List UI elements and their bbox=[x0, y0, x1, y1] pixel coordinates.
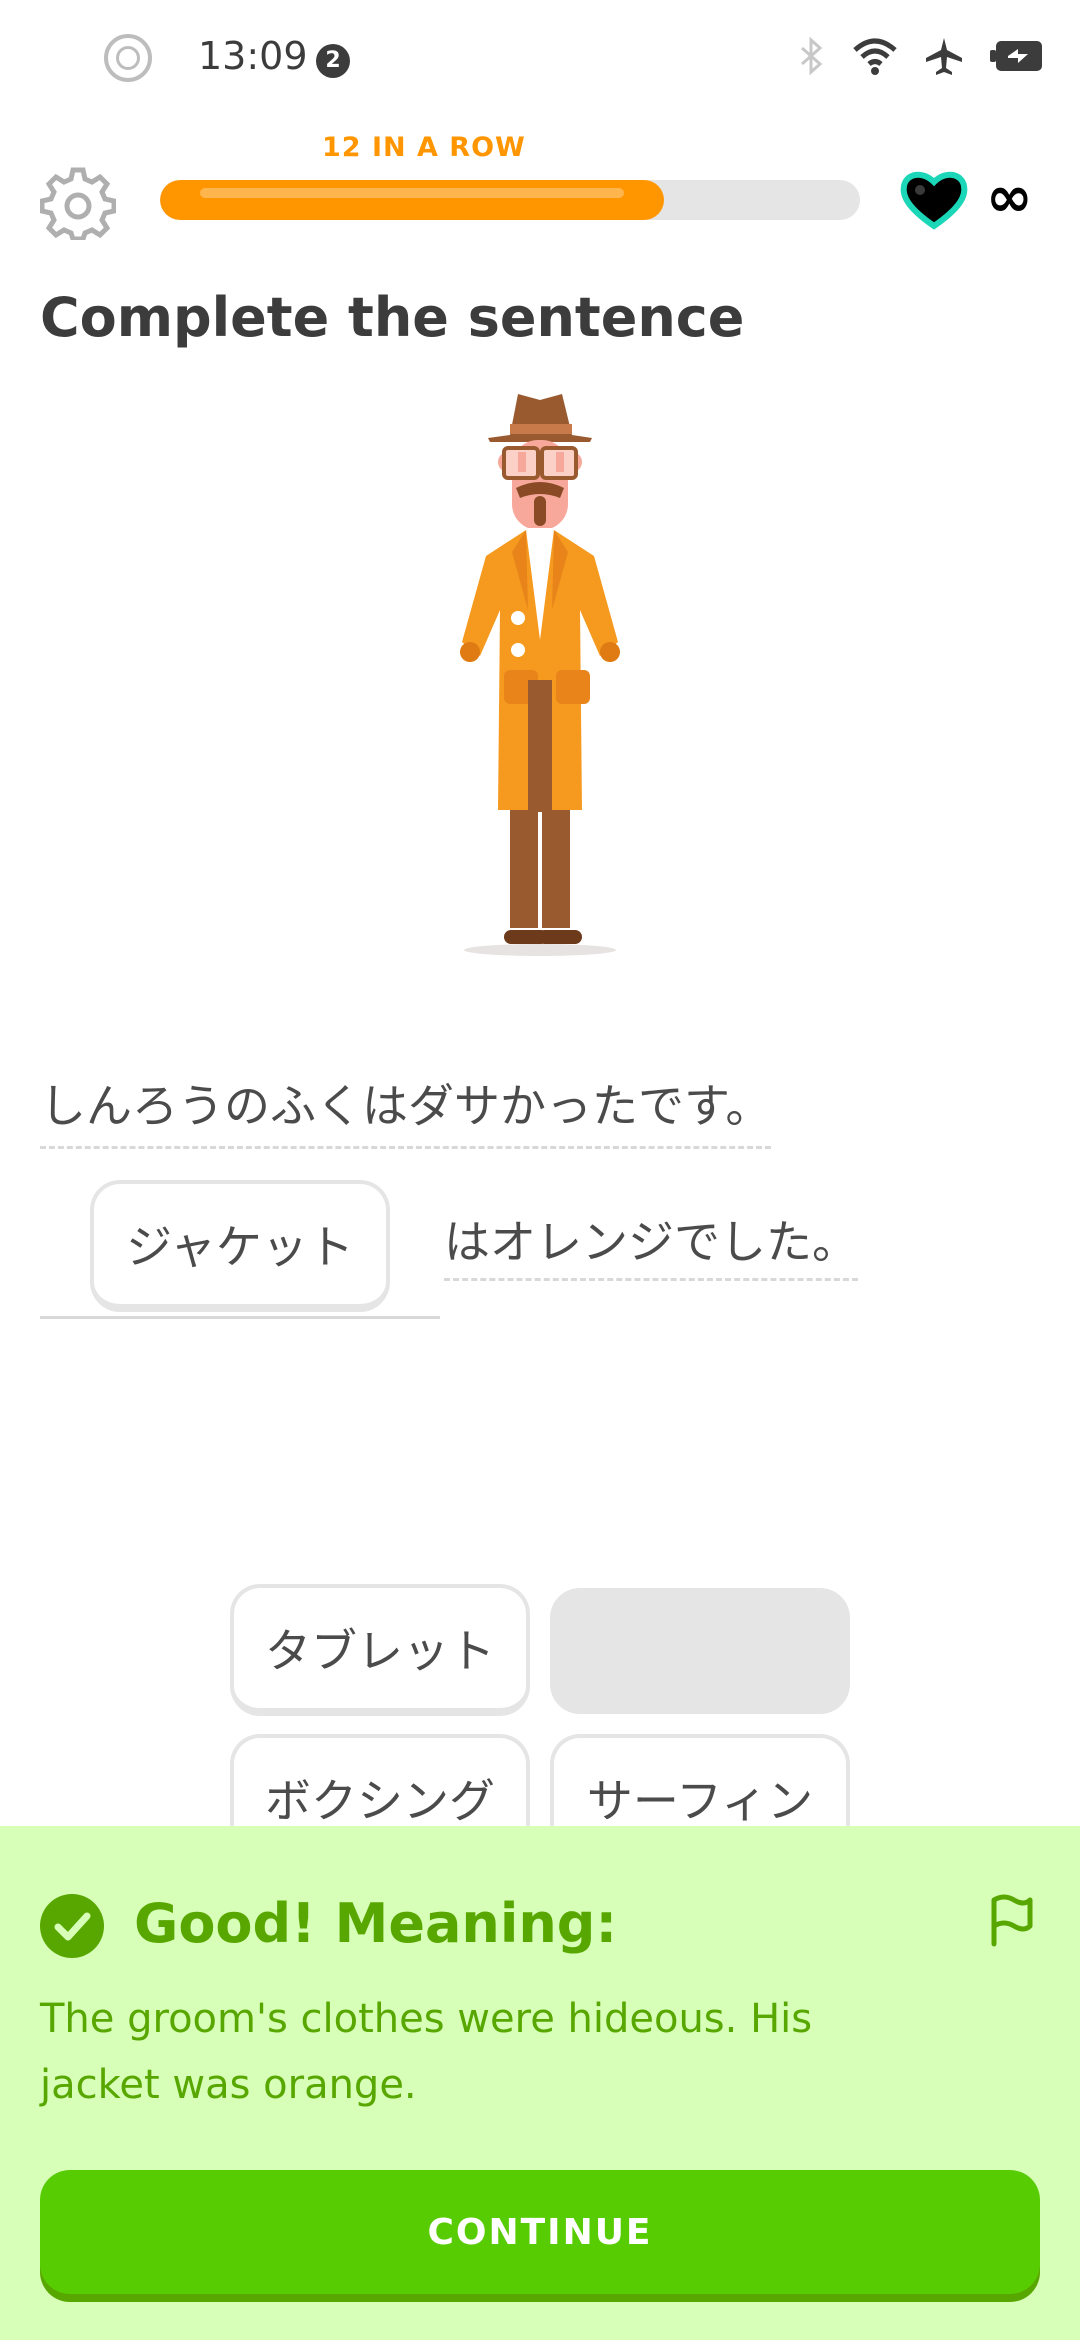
answer-chip[interactable]: ジャケット bbox=[90, 1180, 390, 1312]
answer-blank-line bbox=[40, 1316, 440, 1319]
lesson-progress-fill bbox=[160, 180, 664, 220]
airplane-icon bbox=[924, 36, 964, 80]
continue-button[interactable]: CONTINUE bbox=[40, 2170, 1040, 2294]
character-illustration bbox=[400, 380, 680, 970]
status-time: 13:09 bbox=[198, 34, 308, 78]
settings-gear-icon[interactable] bbox=[39, 164, 117, 242]
feedback-meaning: The groom's clothes were hideous. His ja… bbox=[40, 1996, 813, 2108]
record-icon bbox=[104, 34, 152, 82]
wifi-icon bbox=[852, 36, 898, 80]
feedback-title: Good! Meaning: bbox=[134, 1892, 618, 1955]
prompt-sentence: しんろうのふくはダサかったです。 bbox=[40, 1070, 772, 1149]
lesson-header: 12 IN A ROW ∞ bbox=[0, 120, 1080, 270]
notification-count-badge: 2 bbox=[316, 44, 350, 78]
feedback-sheet: Good! Meaning: The groom's clothes were … bbox=[0, 1826, 1080, 2340]
status-bar: 13:09 2 bbox=[0, 0, 1080, 120]
sentence-remainder: はオレンジでした。 bbox=[444, 1206, 858, 1281]
battery-icon bbox=[990, 39, 1044, 77]
heart-icon[interactable] bbox=[898, 168, 970, 232]
exercise-title: Complete the sentence bbox=[40, 286, 745, 349]
hearts-infinity: ∞ bbox=[986, 165, 1033, 230]
word-bank-chip-used bbox=[550, 1588, 850, 1714]
lesson-progress-bar bbox=[160, 180, 860, 220]
bluetooth-icon bbox=[798, 36, 826, 80]
report-flag-icon[interactable] bbox=[984, 1892, 1036, 1948]
word-bank-chip[interactable]: タブレット bbox=[230, 1584, 530, 1716]
streak-label: 12 IN A ROW bbox=[322, 132, 526, 163]
check-icon bbox=[40, 1894, 104, 1958]
system-icons bbox=[798, 36, 1044, 80]
